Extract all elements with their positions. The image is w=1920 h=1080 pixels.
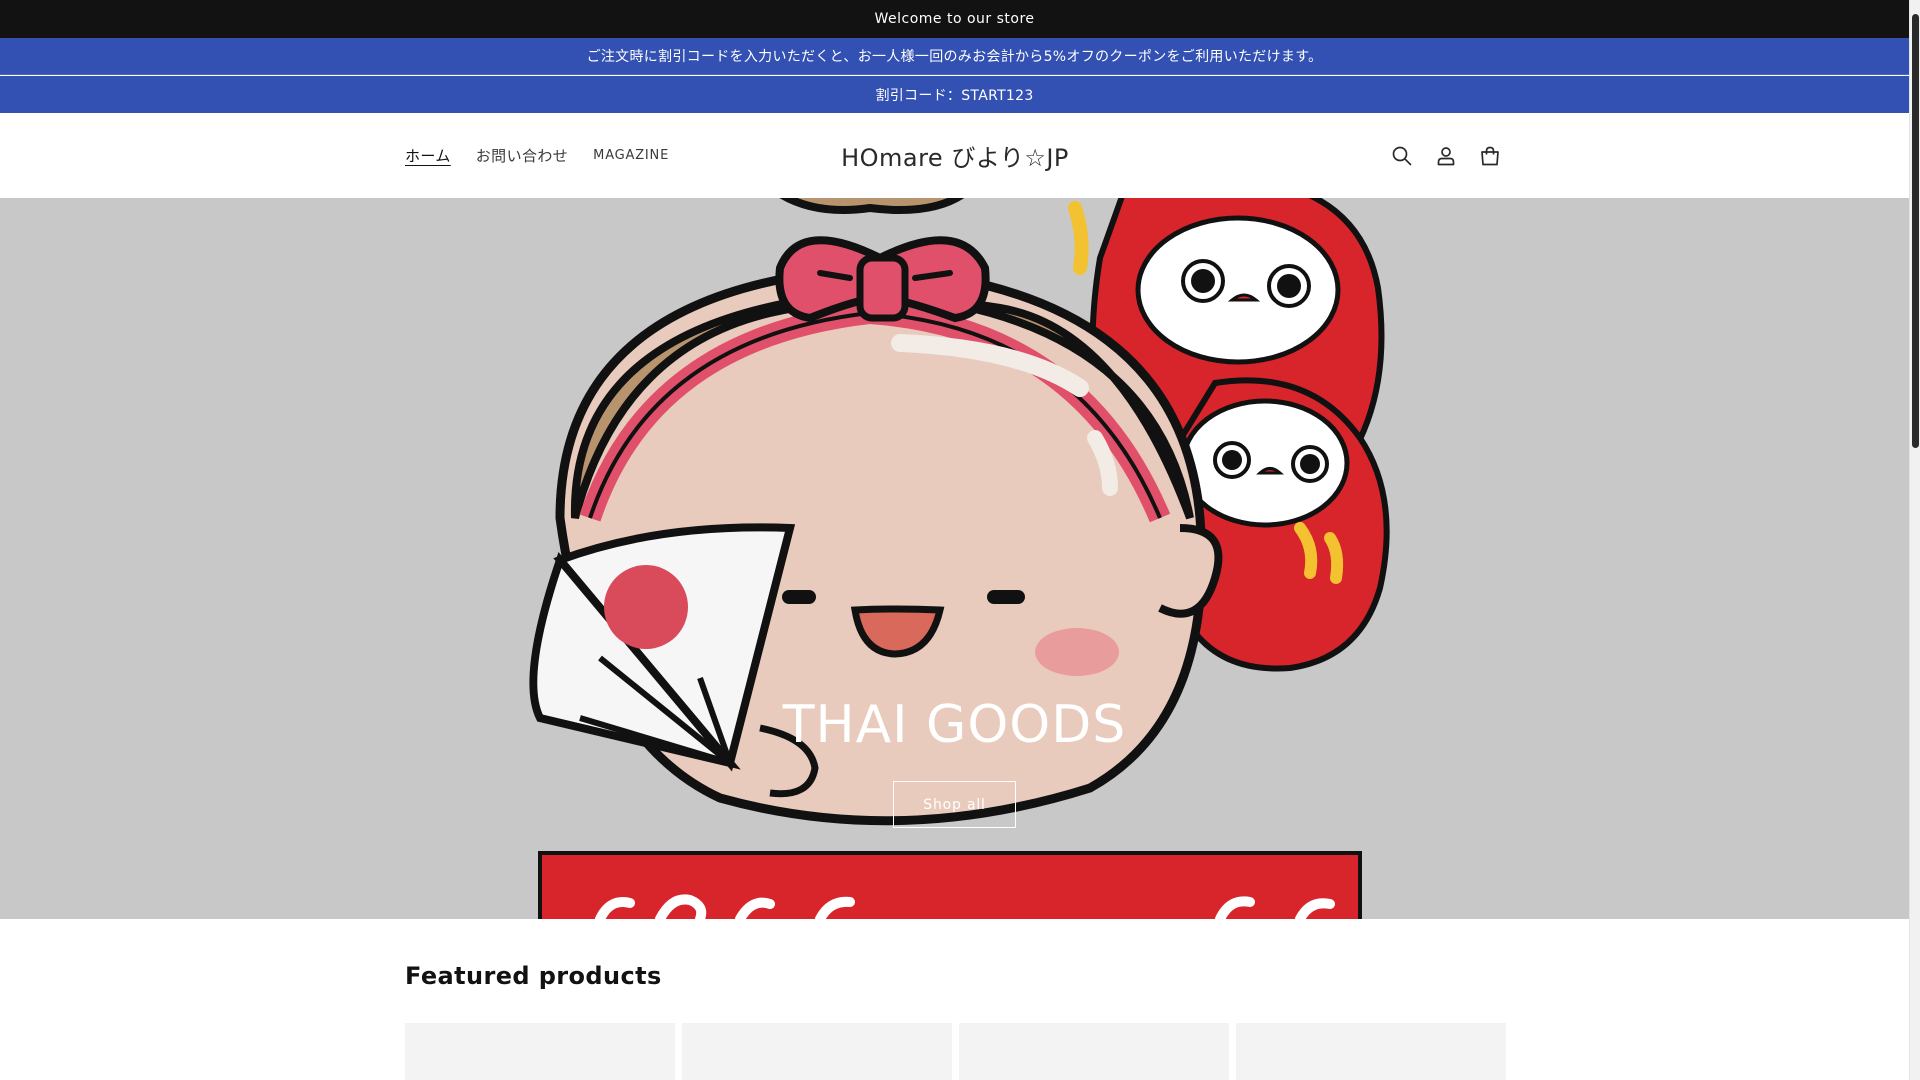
search-icon[interactable]: [1388, 142, 1416, 170]
product-card[interactable]: [682, 1023, 952, 1080]
red-sign-illustration: [538, 851, 1362, 919]
nav-item-contact[interactable]: お問い合わせ: [476, 145, 568, 166]
announcement-welcome-text: Welcome to our store: [874, 11, 1035, 27]
featured-products-title: Featured products: [405, 962, 662, 990]
product-card[interactable]: [1236, 1023, 1506, 1080]
account-icon[interactable]: [1432, 142, 1460, 170]
store-logo-text[interactable]: HOmare びより☆JP: [841, 138, 1069, 173]
product-card[interactable]: [405, 1023, 675, 1080]
scrollbar-thumb[interactable]: [1912, 14, 1919, 448]
site-header: ホーム お問い合わせ MAGAZINE HOmare びより☆JP: [0, 113, 1909, 198]
store-page: Welcome to our store ご注文時に割引コードを入力いただくと、…: [0, 0, 1909, 1080]
announcement-bar-coupon: ご注文時に割引コードを入力いただくと、お一人様一回のみお会計から5%オフのクーポ…: [0, 38, 1909, 75]
nav-item-home[interactable]: ホーム: [405, 145, 451, 166]
hero-title: THAI GOODS: [782, 695, 1127, 755]
announcement-discount-code-text: 割引コード：START123: [875, 87, 1034, 104]
header-icons: [1388, 113, 1504, 198]
hero-banner: THAI GOODS Shop all: [0, 198, 1909, 919]
announcement-bar-welcome: Welcome to our store: [0, 0, 1909, 38]
store-logo[interactable]: HOmare びより☆JP: [750, 113, 1160, 198]
cart-icon[interactable]: [1476, 142, 1504, 170]
page-scrollbar[interactable]: [1909, 0, 1920, 1080]
nav-item-magazine[interactable]: MAGAZINE: [593, 148, 669, 163]
announcement-coupon-text: ご注文時に割引コードを入力いただくと、お一人様一回のみお会計から5%オフのクーポ…: [586, 49, 1323, 65]
shop-all-button[interactable]: Shop all: [893, 781, 1016, 828]
announcement-bar-discount-code: 割引コード：START123: [0, 76, 1909, 113]
main-nav: ホーム お問い合わせ MAGAZINE: [405, 113, 669, 198]
product-card[interactable]: [959, 1023, 1229, 1080]
